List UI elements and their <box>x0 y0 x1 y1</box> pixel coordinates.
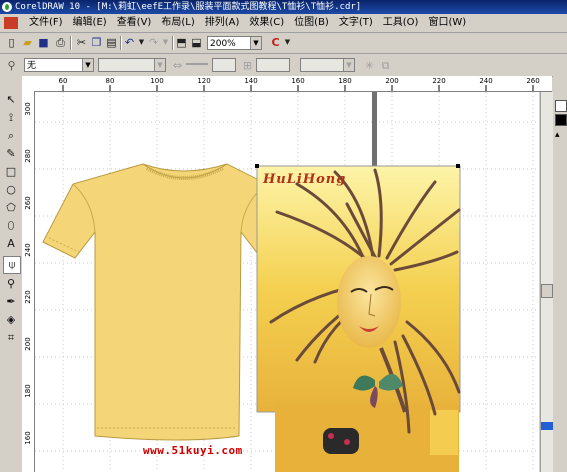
freehand-tool-icon[interactable]: ✎ <box>3 146 19 162</box>
standard-toolbar: ▯ ▰ ■ ⎙ ✂ ❐ ▤ ↶ ▼ ↷ ▼ ⬒ ⬓ 200% ▼ C ▼ <box>0 33 567 54</box>
link-icon[interactable]: ⊞ <box>240 58 255 73</box>
chevron-down-icon[interactable]: ▼ <box>250 37 261 49</box>
menu-view[interactable]: 查看(V) <box>112 14 157 32</box>
copy-properties-icon[interactable]: ⧉ <box>378 58 393 73</box>
property-bar: ⚲ 无 ▼ ▼ ⇔ ⊞ ▼ ✳ ⧉ <box>0 54 567 77</box>
ruler-label: 180 <box>24 384 32 398</box>
paste-icon[interactable]: ▤ <box>104 35 119 50</box>
menu-bitmaps[interactable]: 位图(B) <box>289 14 334 32</box>
pick-tool-icon[interactable]: ↖ <box>3 92 19 108</box>
menu-bar: 文件(F) 编辑(E) 查看(V) 布局(L) 排列(A) 效果(C) 位图(B) 文字(T)… <box>0 14 567 33</box>
polygon-tool-icon[interactable]: ⬠ <box>3 200 19 216</box>
ruler-label: 180 <box>338 77 352 85</box>
open-folder-icon[interactable]: ▰ <box>20 35 35 50</box>
menu-effects[interactable]: 效果(C) <box>244 14 289 32</box>
zoom-tool-icon[interactable]: ⌕ <box>3 128 19 144</box>
ruler-label: 60 <box>58 77 68 85</box>
fill-tool-icon[interactable]: ◈ <box>3 312 19 328</box>
menu-text[interactable]: 文字(T) <box>334 14 378 32</box>
export-icon[interactable]: ⬓ <box>189 35 204 50</box>
basic-shapes-tool-icon[interactable]: ⬯ <box>3 218 19 234</box>
import-icon[interactable]: ⬒ <box>174 35 189 50</box>
bracelet <box>323 428 359 454</box>
ruler-label: 120 <box>197 77 211 85</box>
ruler-label: 200 <box>385 77 399 85</box>
title-bar: CorelDRAW 10 - [M:\莉虹\eefE工作录\服装平面款式图教程\… <box>0 0 567 14</box>
coreldraw-app-icon <box>2 2 12 12</box>
website-watermark: www.51kuyi.com <box>143 444 243 457</box>
ruler-label: 240 <box>479 77 493 85</box>
ruler-label: 300 <box>24 102 32 116</box>
redo-dropdown-icon[interactable]: ▼ <box>158 35 173 50</box>
object-combo[interactable]: ▼ <box>300 58 355 72</box>
transparency-field[interactable] <box>212 58 236 72</box>
eyedropper-tool-icon[interactable]: ⚲ <box>3 276 19 292</box>
poster-caption: HuLiHong <box>263 172 347 187</box>
print-icon[interactable]: ⎙ <box>53 35 68 50</box>
ruler-label: 160 <box>291 77 305 85</box>
copy-icon[interactable]: ❐ <box>89 35 104 50</box>
menu-tools[interactable]: 工具(O) <box>378 14 424 32</box>
drawing-canvas[interactable]: HuLiHong <box>35 92 539 472</box>
chevron-down-icon[interactable]: ▼ <box>343 59 354 71</box>
vertical-scrollbar[interactable] <box>540 92 554 472</box>
palette-swatch-white[interactable] <box>555 100 567 112</box>
eyedropper-icon: ⚲ <box>7 59 16 72</box>
fill-type-combo[interactable]: 无 ▼ <box>24 58 94 72</box>
zoom-level-value: 200% <box>210 39 236 49</box>
palette-swatch-black[interactable] <box>555 114 567 126</box>
canvas-artwork <box>35 92 539 472</box>
ruler-label: 280 <box>24 149 32 163</box>
freeze-icon[interactable]: ✳ <box>362 58 377 73</box>
face <box>337 256 401 348</box>
ruler-label: 260 <box>24 196 32 210</box>
ellipse-tool-icon[interactable]: ○ <box>3 182 19 198</box>
angle-field[interactable] <box>256 58 290 72</box>
mirror-icon[interactable]: ⇔ <box>170 58 185 73</box>
document-icon[interactable] <box>4 17 18 29</box>
menu-file[interactable]: 文件(F) <box>24 14 68 32</box>
ruler-label: 200 <box>24 337 32 351</box>
new-file-icon[interactable]: ▯ <box>4 35 19 50</box>
color-palette: ▴ <box>553 76 567 472</box>
window-title: CorelDRAW 10 - [M:\莉虹\eefE工作录\服装平面款式图教程\… <box>15 2 362 12</box>
menu-layout[interactable]: 布局(L) <box>156 14 199 32</box>
fill-preset-combo[interactable]: ▼ <box>98 58 166 72</box>
outline-tool-icon[interactable]: ✒ <box>3 294 19 310</box>
vertical-ruler[interactable]: 300 280 260 240 220 200 180 160 <box>22 91 35 472</box>
fill-type-value: 无 <box>27 61 37 71</box>
ruler-label: 100 <box>150 77 164 85</box>
ruler-label: 220 <box>432 77 446 85</box>
poster-artwork <box>256 165 461 472</box>
save-icon[interactable]: ■ <box>36 35 51 50</box>
zoom-level-combo[interactable]: 200% ▼ <box>207 36 262 50</box>
chevron-down-icon[interactable]: ▼ <box>82 59 93 71</box>
interactive-fill-tool-icon[interactable]: ⌗ <box>3 330 19 346</box>
menu-arrange[interactable]: 排列(A) <box>200 14 245 32</box>
menu-edit[interactable]: 编辑(E) <box>68 14 112 32</box>
ruler-label: 240 <box>24 243 32 257</box>
rectangle-tool-icon[interactable]: □ <box>3 164 19 180</box>
ruler-label: 220 <box>24 290 32 304</box>
palette-scroll-icon[interactable]: ▴ <box>555 130 565 140</box>
launcher-dropdown-icon[interactable]: ▼ <box>280 35 295 50</box>
ruler-label: 160 <box>24 431 32 445</box>
ruler-label: 80 <box>105 77 115 85</box>
transparency-slider[interactable] <box>186 63 208 65</box>
page-indicator[interactable] <box>541 422 553 430</box>
horizontal-ruler[interactable]: 60 80 100 120 140 160 180 200 220 240 26… <box>34 76 552 92</box>
chevron-down-icon[interactable]: ▼ <box>154 59 165 71</box>
shape-tool-icon[interactable]: ⟟ <box>3 110 19 126</box>
menu-window[interactable]: 窗口(W) <box>423 14 471 32</box>
ruler-label: 140 <box>244 77 258 85</box>
scrollbar-thumb[interactable] <box>541 284 553 298</box>
text-tool-icon[interactable]: A <box>3 236 19 252</box>
cut-icon[interactable]: ✂ <box>74 35 89 50</box>
toolbox: ↖ ⟟ ⌕ ✎ □ ○ ⬠ ⬯ A ⍦ ⚲ ✒ ◈ ⌗ <box>0 76 23 472</box>
interactive-transparency-tool-icon[interactable]: ⍦ <box>3 256 21 274</box>
ruler-label: 260 <box>526 77 540 85</box>
